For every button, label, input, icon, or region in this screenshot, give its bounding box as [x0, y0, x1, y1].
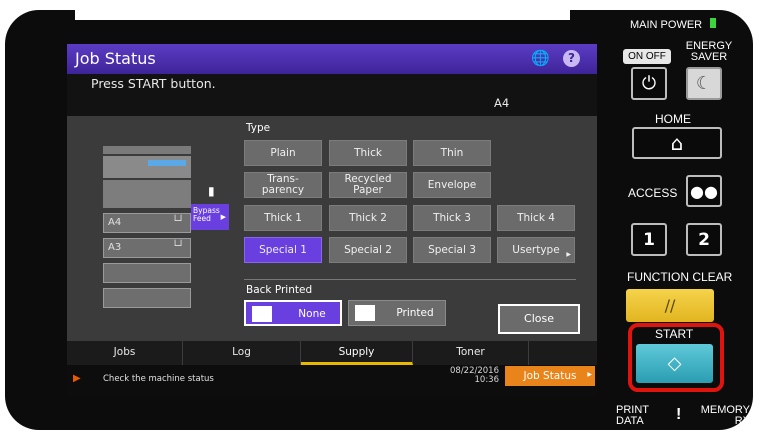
function-clear-button[interactable]: //: [626, 289, 714, 322]
printer-display: [148, 160, 186, 166]
key-1-button[interactable]: 1: [631, 223, 667, 256]
type-thick1-button[interactable]: Thick 1: [244, 205, 322, 231]
tray-1[interactable]: A4 └┘: [103, 213, 191, 233]
main-power-label: MAIN POWER: [630, 19, 703, 31]
start-diamond-icon: ◇: [667, 353, 682, 374]
job-status-label: Job Status: [523, 370, 577, 382]
function-clear-label: FUNCTION CLEAR: [627, 270, 733, 284]
type-special1-button[interactable]: Special 1: [244, 237, 322, 263]
paper-setting-panel: A4 └┘ A3 └┘ ▮ Bypass Feed ▶ Type Plain T…: [67, 116, 597, 341]
title-bar: Job Status 🌐 ?: [67, 44, 597, 74]
message-area: Press START button. A4: [67, 74, 597, 116]
moon-icon: ☾: [695, 73, 713, 94]
memory-rx-label: MEMORY RX: [700, 404, 750, 427]
on-off-label: ON OFF: [623, 49, 671, 64]
date-time: 08/22/2016 10:36: [443, 367, 499, 385]
tab-toner[interactable]: Toner: [413, 341, 529, 365]
help-icon[interactable]: ?: [563, 50, 580, 67]
start-button[interactable]: ◇: [636, 344, 713, 383]
printed-paper-icon: [355, 305, 375, 321]
type-plain-button[interactable]: Plain: [244, 140, 322, 166]
bypass-paper-icon: ▮: [208, 184, 215, 198]
type-thick-button[interactable]: Thick: [329, 140, 407, 166]
key-1-label: 1: [643, 229, 655, 250]
key-2-label: 2: [698, 229, 710, 250]
touch-screen: Job Status 🌐 ? Press START button. A4 A4…: [67, 44, 597, 396]
none-label: None: [298, 308, 326, 320]
bypass-feed-button[interactable]: Bypass Feed ▶: [191, 204, 229, 230]
status-message: Check the machine status: [103, 374, 214, 384]
job-tabs: Jobs Log Supply Toner: [67, 341, 597, 365]
type-recycled-button[interactable]: Recycled Paper: [329, 172, 407, 198]
type-envelope-button[interactable]: Envelope: [413, 172, 491, 198]
paper-size-indicator: A4: [494, 96, 510, 110]
type-special2-button[interactable]: Special 2: [329, 237, 407, 263]
main-power-led: [710, 18, 716, 28]
energy-saver-label: ENERGY SAVER: [685, 40, 733, 63]
access-button[interactable]: ●●: [686, 175, 722, 207]
tab-supply[interactable]: Supply: [301, 341, 413, 365]
close-button[interactable]: Close: [498, 304, 580, 334]
tray-3[interactable]: [103, 263, 191, 283]
home-button[interactable]: ⌂: [632, 127, 722, 159]
printer-top: [103, 146, 191, 154]
status-bar: ▶ Check the machine status 08/22/2016 10…: [67, 365, 597, 396]
start-label: START: [655, 327, 694, 341]
tray-1-size: A4: [108, 217, 122, 228]
power-button[interactable]: ⏻: [631, 67, 667, 100]
back-printed-none-button[interactable]: None: [244, 300, 342, 326]
divider: [244, 279, 576, 280]
globe-icon[interactable]: 🌐: [531, 50, 550, 66]
type-usertype-button[interactable]: Usertype ▶: [497, 237, 575, 263]
job-status-button[interactable]: Job Status ▶: [505, 366, 595, 386]
printed-label: Printed: [396, 307, 434, 319]
home-label: HOME: [655, 112, 691, 126]
tray-2-size: A3: [108, 242, 122, 253]
tray-4[interactable]: [103, 288, 191, 308]
printer-diagram: [103, 146, 191, 212]
type-thick2-button[interactable]: Thick 2: [329, 205, 407, 231]
tab-jobs[interactable]: Jobs: [67, 341, 183, 365]
bypass-feed-label: Bypass Feed: [193, 206, 220, 223]
printer-section: [103, 180, 191, 208]
arrow-right-icon: ▶: [220, 213, 226, 221]
slash-icon: //: [664, 296, 676, 315]
print-data-label: PRINT DATA: [616, 404, 649, 427]
alert-icon: !: [676, 406, 682, 423]
tray-icon: └┘: [171, 216, 184, 227]
house-icon: ⌂: [670, 131, 684, 155]
time: 10:36: [474, 375, 500, 385]
alert-arrow-icon: ▶: [73, 373, 81, 384]
screen-title: Job Status: [75, 49, 156, 68]
energy-saver-button[interactable]: ☾: [686, 67, 722, 100]
more-arrow-icon: ▶: [566, 251, 571, 258]
type-special3-button[interactable]: Special 3: [413, 237, 491, 263]
type-transparency-button[interactable]: Trans- parency: [244, 172, 322, 198]
type-thick4-button[interactable]: Thick 4: [497, 205, 575, 231]
tray-icon: └┘: [171, 241, 184, 252]
tray-2[interactable]: A3 └┘: [103, 238, 191, 258]
instruction-message: Press START button.: [91, 76, 216, 91]
power-icon: ⏻: [641, 73, 657, 94]
type-thin-button[interactable]: Thin: [413, 140, 491, 166]
type-thick3-button[interactable]: Thick 3: [413, 205, 491, 231]
users-icon: ●●: [690, 181, 718, 201]
tab-log[interactable]: Log: [183, 341, 301, 365]
back-printed-label: Back Printed: [246, 284, 313, 296]
usertype-label: Usertype: [512, 243, 560, 256]
more-arrow-icon: ▶: [587, 371, 592, 378]
key-2-button[interactable]: 2: [686, 223, 722, 256]
paper-icon: [252, 306, 272, 322]
back-printed-printed-button[interactable]: Printed: [348, 300, 446, 326]
type-label: Type: [246, 122, 271, 134]
access-label: ACCESS: [628, 186, 678, 200]
bezel-gap: [75, 10, 570, 20]
